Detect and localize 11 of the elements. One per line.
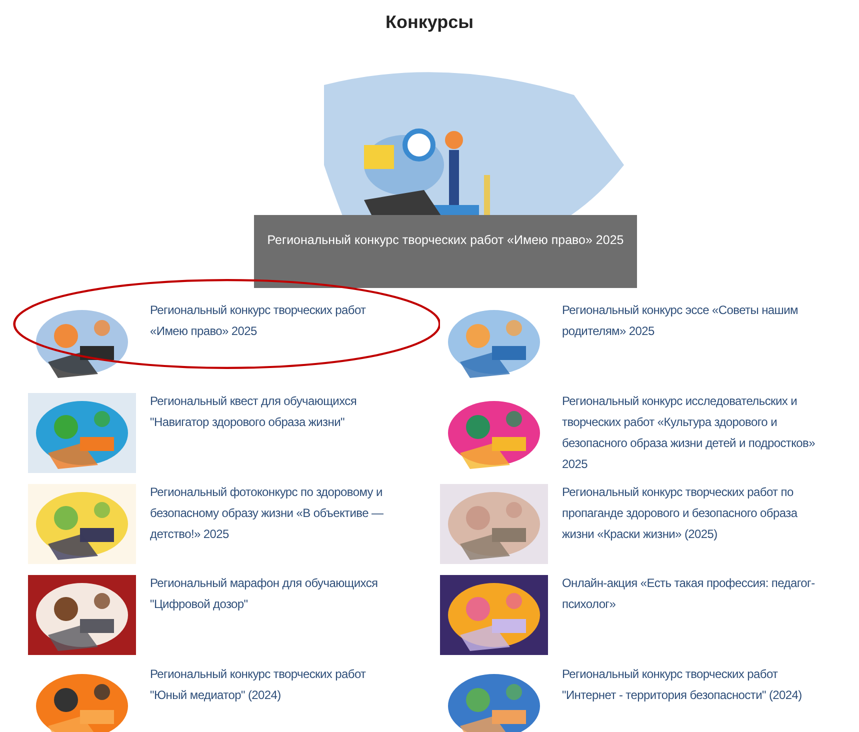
banner-caption[interactable]: Региональный конкурс творческих работ «Имею право» 2025	[254, 215, 637, 288]
contest-link[interactable]: Региональный конкурс творческих работ по пропаганде здорового и безопасного образа жизни «Краски жизни» (2025)	[562, 482, 817, 545]
contest-link[interactable]: Региональный марафон для обучающихся "Цифровой дозор"	[150, 573, 405, 615]
contest-link[interactable]: Региональный квест для обучающихся "Навигатор здорового образа жизни"	[150, 391, 405, 433]
contest-link[interactable]: Региональный конкурс творческих работ "Интернет - территория безопасности" (2024)	[562, 664, 817, 706]
contest-link[interactable]: Онлайн-акция «Есть такая профессия: педагог-психолог»	[562, 573, 817, 615]
contest-link[interactable]: Региональный конкурс эссе «Советы нашим родителям» 2025	[562, 300, 817, 342]
page-title: Конкурсы	[384, 11, 474, 34]
contest-link[interactable]: Региональный конкурс творческих работ "Юный медиатор" (2024)	[150, 664, 405, 706]
contest-link[interactable]: Региональный конкурс исследовательских и творческих работ «Культура здорового и безопасного образа жизни детей и подростков» 2025	[562, 391, 817, 475]
contest-link[interactable]: Региональный фотоконкурс по здоровому и безопасному образу жизни «В объективе — детство!» 2025	[150, 482, 405, 545]
